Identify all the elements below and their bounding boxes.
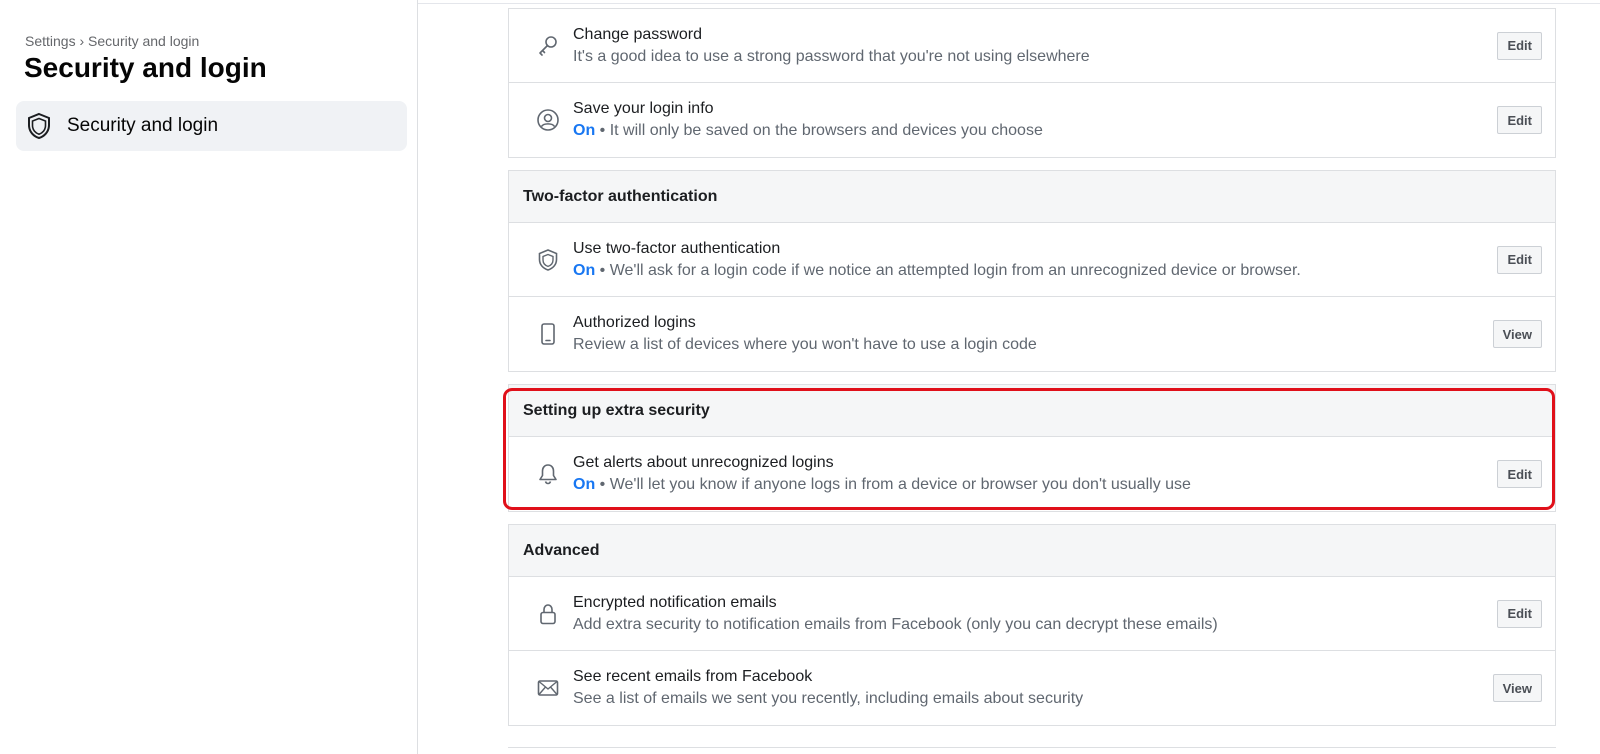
encrypted-emails-row[interactable]: Encrypted notification emails Add extra … [509,577,1555,651]
row-title: Authorized logins [573,314,696,331]
breadcrumb[interactable]: Settings › Security and login [25,33,199,49]
authorized-logins-row[interactable]: Authorized logins Review a list of devic… [509,297,1555,371]
change-password-row[interactable]: Change password It's a good idea to use … [509,9,1555,83]
shield-icon [535,247,561,273]
login-alerts-edit-button[interactable]: Edit [1497,460,1542,488]
settings-sidebar: Settings › Security and login Security a… [0,0,418,754]
row-title: Change password [573,25,702,43]
page-title: Security and login [24,52,267,83]
section-header: Two-factor authentication [509,171,1555,223]
row-title: Get alerts about unrecognized logins [573,454,834,471]
recent-emails-view-button[interactable]: View [1492,674,1542,702]
login-section: Change password It's a good idea to use … [508,8,1556,158]
save-login-info-edit-button[interactable]: Edit [1497,106,1542,134]
two-factor-section: Two-factor authentication Use two-factor… [508,170,1556,372]
user-circle-icon [535,107,561,133]
row-title: Encrypted notification emails [573,593,777,611]
row-title: Use two-factor authentication [573,239,781,257]
section-header: Advanced [509,525,1555,577]
change-password-edit-button[interactable]: Edit [1497,31,1542,60]
two-factor-edit-button[interactable]: Edit [1497,245,1542,274]
section-header: Setting up extra security [509,385,1555,437]
lock-icon [535,601,561,627]
use-two-factor-row[interactable]: Use two-factor authentication On • We'll… [509,223,1555,297]
bell-icon [535,461,561,487]
row-description: It's a good idea to use a strong passwor… [573,47,1090,65]
key-icon [535,33,561,59]
row-title: Save your login info [573,100,714,117]
authorized-logins-view-button[interactable]: View [1492,320,1542,348]
row-description: • We'll let you know if anyone logs in f… [595,476,1191,493]
row-description: • It will only be saved on the browsers … [595,122,1043,139]
row-status: On [573,261,596,279]
row-status: On [573,476,596,493]
row-description: Add extra security to notification email… [573,615,1218,633]
row-description: Review a list of devices where you won't… [573,336,1037,353]
row-title: See recent emails from Facebook [573,668,813,685]
phone-icon [535,321,561,347]
row-description: • We'll ask for a login code if we notic… [595,261,1301,279]
advanced-section: Advanced Encrypted notification emails A… [508,524,1556,726]
encrypted-emails-edit-button[interactable]: Edit [1497,599,1542,628]
sidebar-item-label: Security and login [67,115,219,136]
extra-security-section: Setting up extra security Get alerts abo… [508,384,1556,512]
shield-icon [25,112,53,140]
row-status: On [573,122,596,139]
login-alerts-row[interactable]: Get alerts about unrecognized logins On … [509,437,1555,511]
recent-emails-row[interactable]: See recent emails from Facebook See a li… [509,651,1555,725]
save-login-info-row[interactable]: Save your login info On • It will only b… [509,83,1555,157]
next-section-border [508,747,1556,748]
row-description: See a list of emails we sent you recentl… [573,690,1084,707]
envelope-icon [535,675,561,701]
sidebar-item-security-and-login[interactable]: Security and login [16,101,407,151]
